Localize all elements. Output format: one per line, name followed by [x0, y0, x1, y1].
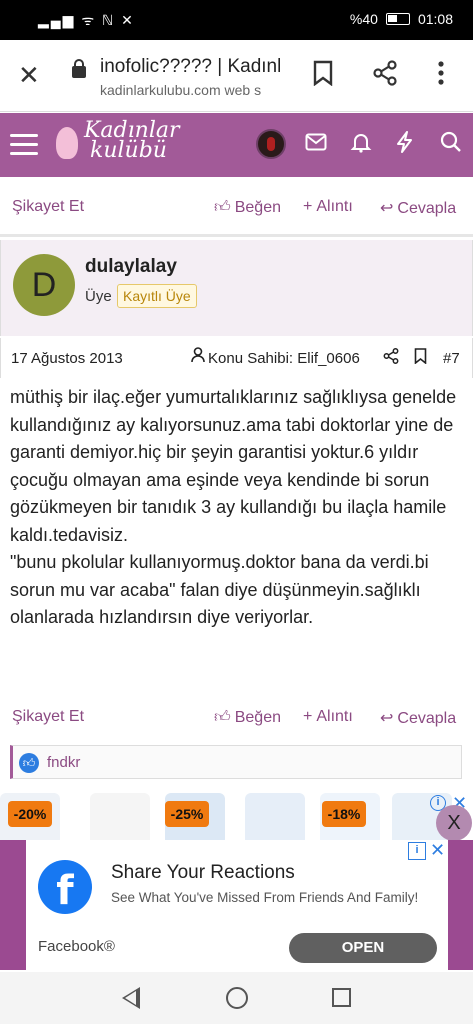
- post-actions: Şikayet Et 👍︎ Beğen + Alıntı ↩ Cevapla: [0, 690, 473, 746]
- post-paragraph: "bunu pkolular kullanıyormuş.doktor bana…: [10, 552, 429, 627]
- reply-label: Cevapla: [397, 710, 457, 727]
- share-icon[interactable]: [383, 348, 399, 369]
- plus-icon: +: [303, 198, 313, 215]
- reply-icon: ↩: [380, 200, 394, 217]
- discount-badge: -18%: [322, 801, 366, 827]
- browser-toolbar: ✕ inofolic????? | Kadınlar kadinlarkulub…: [0, 40, 473, 112]
- ad-description: See What You've Missed From Friends And …: [111, 890, 419, 905]
- report-link[interactable]: Şikayet Et: [12, 708, 84, 726]
- discount-badge: -25%: [165, 801, 209, 827]
- share-icon[interactable]: [372, 60, 398, 93]
- home-icon[interactable]: [226, 987, 248, 1009]
- facebook-ad-card[interactable]: f Share Your Reactions See What You've M…: [26, 840, 448, 970]
- prev-post-actions: Şikayet Et 👍︎ Beğen + Alıntı ↩ Cevapla: [0, 180, 473, 236]
- post-number[interactable]: #7: [443, 350, 460, 367]
- bell-icon[interactable]: [350, 131, 372, 159]
- ad-product[interactable]: [245, 793, 305, 845]
- battery-percent: %40: [349, 11, 378, 27]
- likes-bar: 👍︎ fndkr: [10, 745, 462, 779]
- author-avatar[interactable]: D: [13, 254, 75, 316]
- menu-icon[interactable]: [10, 134, 38, 156]
- ad-close-icon[interactable]: ✕: [430, 840, 445, 861]
- ad-brand: Facebook®: [38, 938, 115, 955]
- logo-flower-icon: [56, 127, 78, 159]
- reply-button[interactable]: ↩ Cevapla: [380, 708, 456, 728]
- site-logo[interactable]: Kadınlar kulübü: [56, 120, 180, 162]
- quote-label: Alıntı: [316, 198, 353, 215]
- quote-button[interactable]: + Alıntı: [303, 198, 353, 216]
- member-badge: Kayıtlı Üye: [117, 284, 197, 308]
- bookmark-icon[interactable]: [312, 60, 334, 93]
- ad-open-button[interactable]: OPEN: [289, 933, 437, 963]
- recents-icon[interactable]: [332, 988, 351, 1007]
- author-username[interactable]: dulaylalay: [85, 256, 177, 278]
- page-title[interactable]: inofolic????? | Kadınlar: [100, 56, 280, 78]
- facebook-logo-icon: f: [38, 860, 92, 914]
- status-bar: ▂▄▆ ᯤ ℕ ✕ %40 01:08: [0, 0, 473, 40]
- close-icon[interactable]: ✕: [18, 62, 40, 88]
- lock-icon: [72, 59, 86, 78]
- like-button[interactable]: 👍︎ Beğen: [214, 708, 281, 727]
- ad-title: Share Your Reactions: [111, 862, 295, 883]
- system-nav-bar: [0, 972, 473, 1024]
- author-role: Üye: [85, 288, 112, 305]
- post-date[interactable]: 17 Ağustos 2013: [11, 350, 123, 367]
- thread-owner: Konu Sahibi: Elif_0606: [208, 350, 360, 367]
- post-paragraph: müthiş bir ilaç.eğer yumurtalıklarınız s…: [10, 387, 457, 545]
- quote-label: Alıntı: [316, 708, 353, 725]
- post-body: müthiş bir ilaç.eğer yumurtalıklarınız s…: [10, 384, 465, 632]
- back-icon[interactable]: [122, 987, 140, 1009]
- mail-icon[interactable]: [305, 131, 327, 157]
- divider: [0, 234, 473, 237]
- like-label: Beğen: [234, 709, 281, 726]
- post-author-row: D dulaylalay Üye Kayıtlı Üye: [0, 240, 473, 336]
- thumb-up-icon: 👍︎: [214, 709, 231, 726]
- like-button[interactable]: 👍︎ Beğen: [214, 198, 281, 217]
- report-link[interactable]: Şikayet Et: [12, 198, 84, 216]
- clock: 01:08: [417, 11, 453, 27]
- reply-icon: ↩: [380, 710, 394, 727]
- facebook-ad-banner: f Share Your Reactions See What You've M…: [0, 840, 473, 970]
- person-icon: [191, 347, 205, 368]
- ad-product[interactable]: [90, 793, 150, 845]
- more-vert-icon[interactable]: [436, 60, 446, 93]
- discount-badge: -20%: [8, 801, 52, 827]
- status-right: %40 01:08: [350, 11, 453, 27]
- post-meta: 17 Ağustos 2013 Konu Sahibi: Elif_0606 #…: [0, 338, 473, 378]
- ad-dismiss-button[interactable]: X: [436, 805, 472, 841]
- like-label: Beğen: [234, 199, 281, 216]
- search-icon[interactable]: [440, 131, 462, 159]
- battery-icon: [385, 13, 410, 25]
- reply-button[interactable]: ↩ Cevapla: [380, 198, 456, 218]
- like-reaction-icon: 👍︎: [19, 753, 39, 773]
- bookmark-icon[interactable]: [414, 348, 427, 369]
- product-ad-strip[interactable]: -20% -25% -18%: [0, 793, 473, 845]
- user-avatar[interactable]: [256, 129, 286, 159]
- quote-button[interactable]: + Alıntı: [303, 708, 353, 726]
- signal-icons: ▂▄▆ ᯤ ℕ ✕: [38, 12, 135, 28]
- site-header: Kadınlar kulübü: [0, 113, 473, 177]
- liked-by-user[interactable]: fndkr: [47, 754, 80, 771]
- plus-icon: +: [303, 708, 313, 725]
- bolt-icon[interactable]: [396, 131, 414, 159]
- page-domain[interactable]: kadinlarkulubu.com web s: [100, 82, 282, 98]
- reply-label: Cevapla: [397, 200, 457, 217]
- ad-info-icon[interactable]: i: [408, 842, 426, 860]
- thumb-up-icon: 👍︎: [214, 199, 231, 216]
